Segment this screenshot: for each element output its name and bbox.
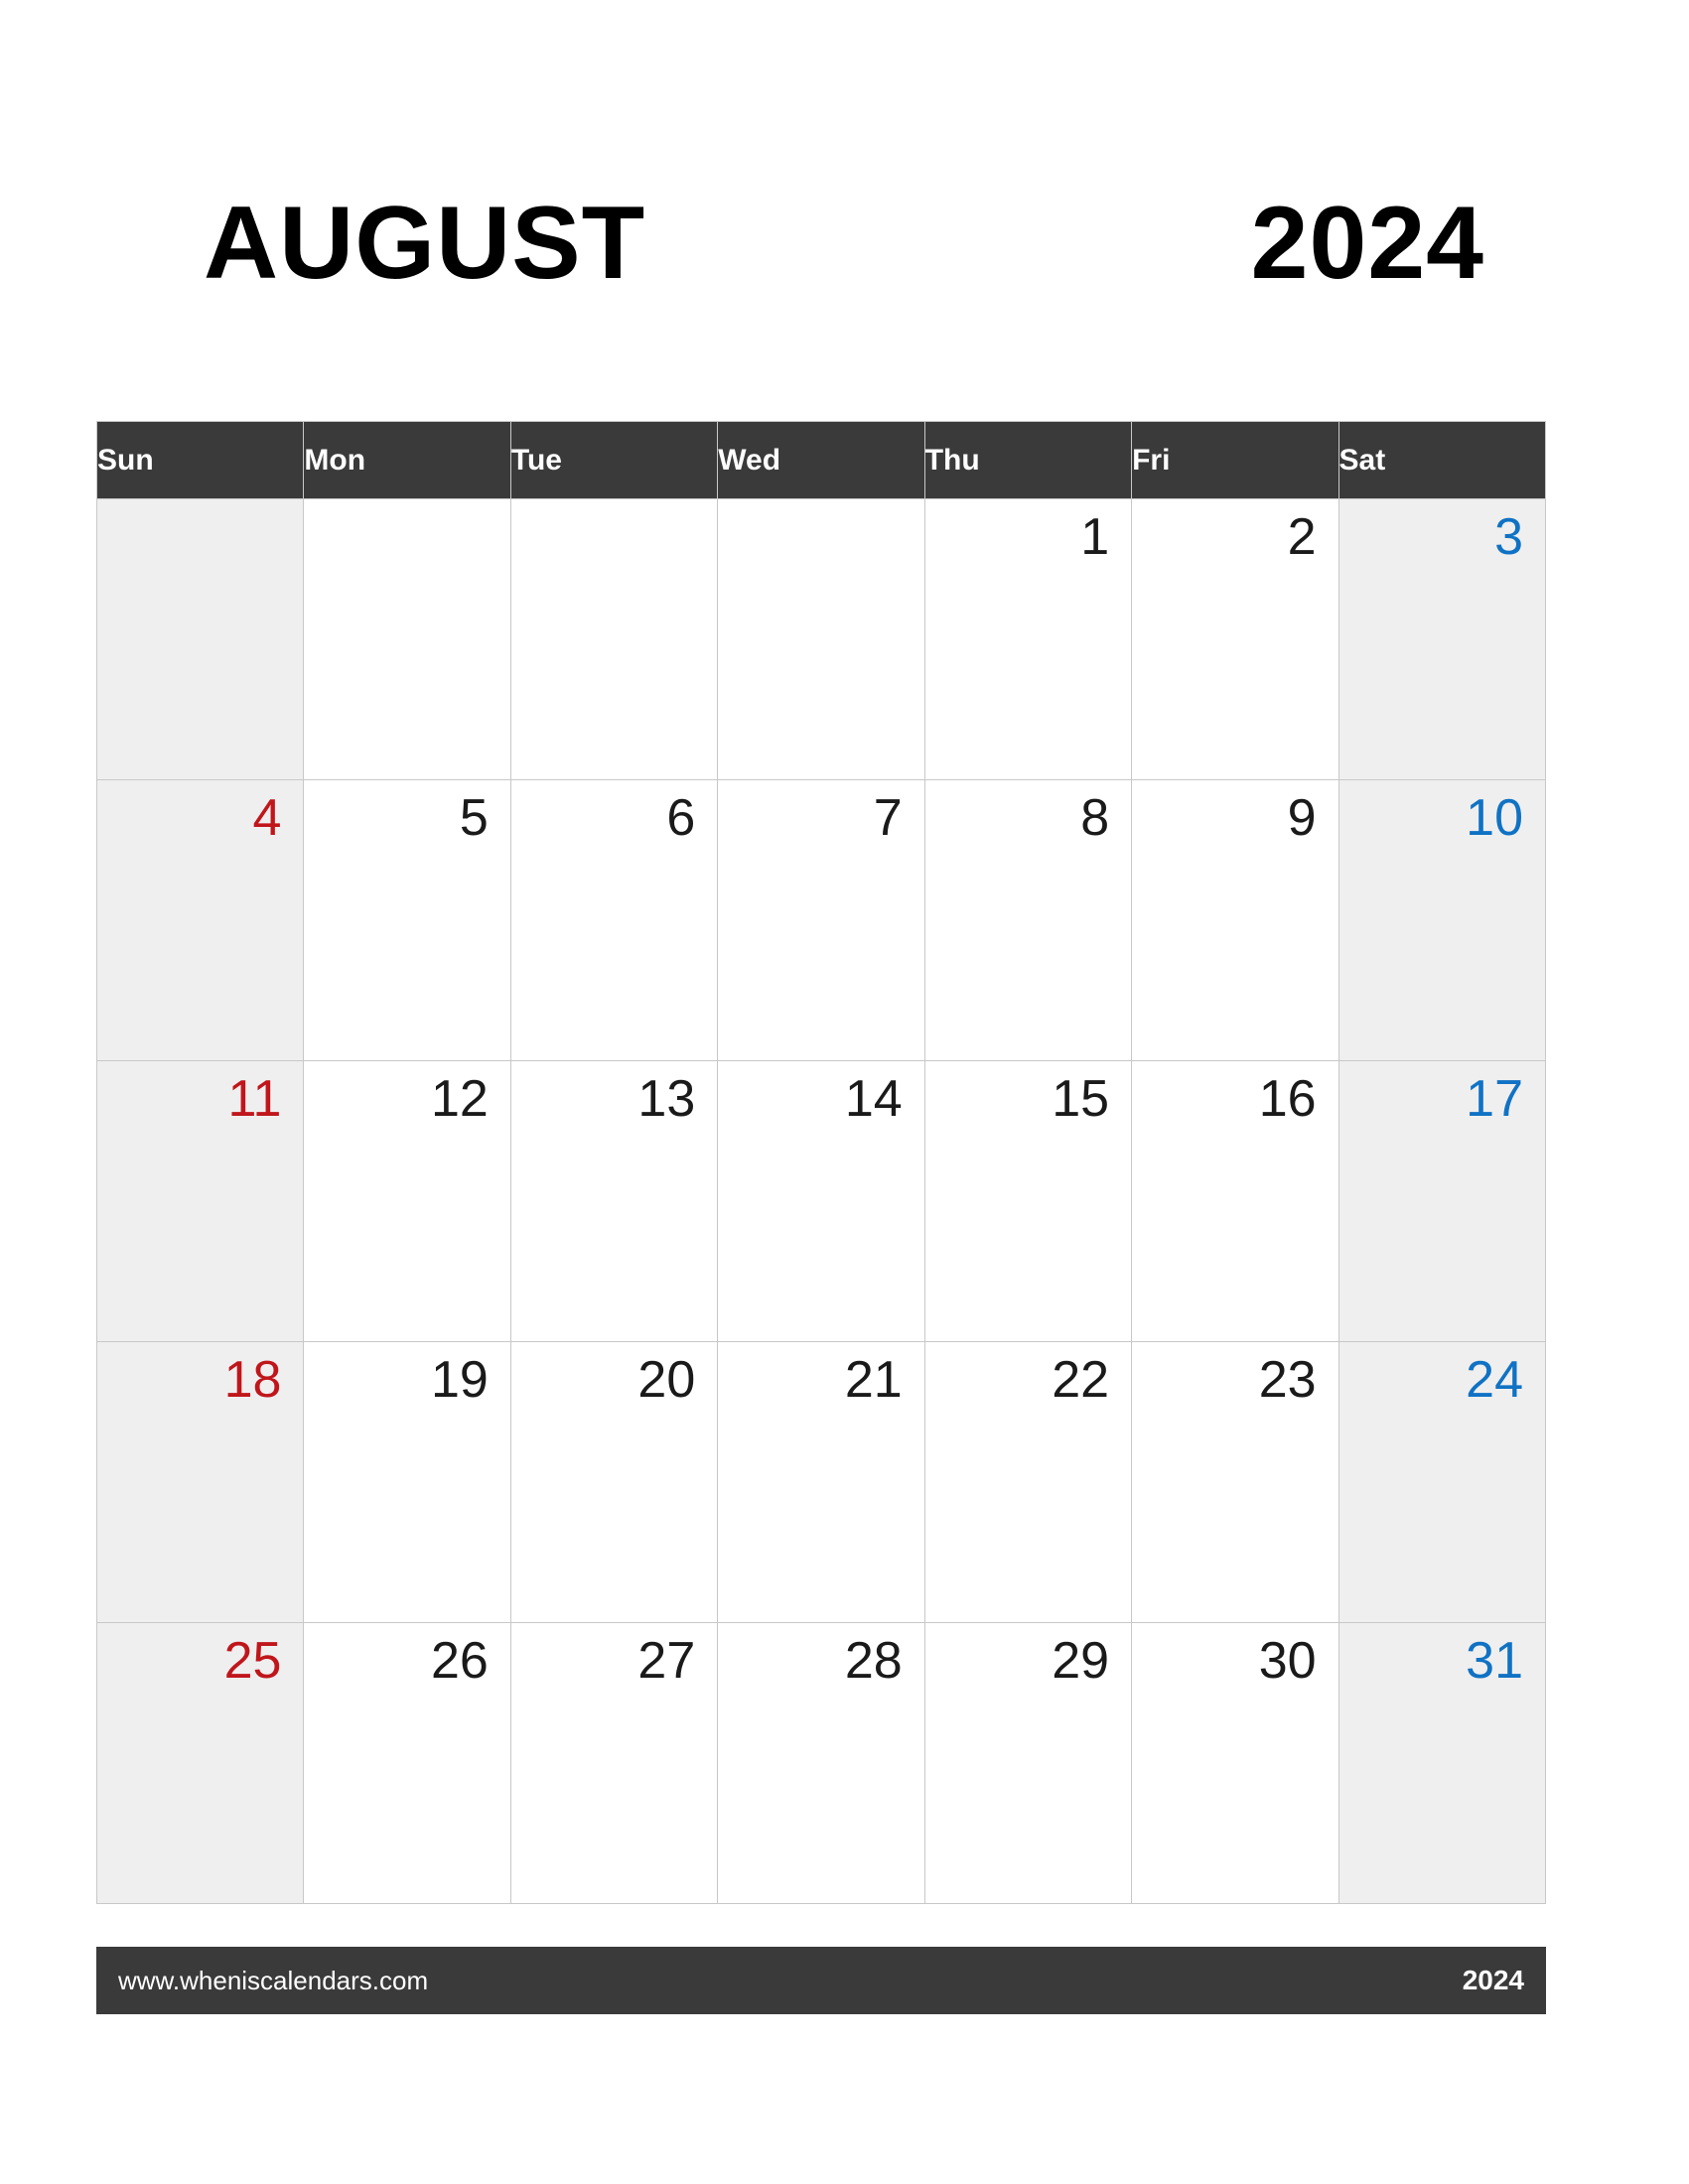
footer-year: 2024: [1462, 1965, 1524, 1995]
day-number: 7: [873, 789, 903, 847]
day-number: 13: [637, 1070, 696, 1128]
day-cell[interactable]: 7: [717, 779, 925, 1061]
title-month: AUGUST: [204, 186, 646, 301]
day-number: [511, 499, 717, 507]
day-number: 19: [431, 1351, 489, 1409]
day-number: 26: [431, 1632, 489, 1690]
day-number: 2: [1287, 508, 1317, 566]
day-number: 17: [1466, 1070, 1523, 1128]
day-cell[interactable]: 2: [1131, 498, 1339, 780]
calendar-grid: Sun Mon Tue Wed Thu Fri Sat 1 2 3 4 5 6 …: [95, 421, 1547, 1904]
day-cell[interactable]: 25: [95, 1622, 305, 1904]
calendar-week-row: 18 19 20 21 22 23 24: [95, 1341, 1547, 1623]
day-cell[interactable]: 3: [1337, 498, 1547, 780]
day-number: 1: [1080, 508, 1110, 566]
day-cell[interactable]: 22: [923, 1341, 1133, 1623]
day-cell[interactable]: 28: [717, 1622, 925, 1904]
title-year: 2024: [1250, 186, 1484, 301]
day-number: 29: [1052, 1632, 1110, 1690]
weekday-header-sun: Sun: [95, 421, 305, 499]
day-number: 24: [1466, 1351, 1523, 1409]
day-number: 21: [844, 1351, 903, 1409]
day-number: 22: [1052, 1351, 1110, 1409]
footer-website[interactable]: www.wheniscalendars.com: [118, 1966, 428, 1996]
calendar-week-row: 1 2 3: [95, 498, 1547, 780]
day-cell[interactable]: [717, 498, 925, 780]
day-cell[interactable]: 10: [1337, 779, 1547, 1061]
day-cell[interactable]: 24: [1337, 1341, 1547, 1623]
calendar-body: 1 2 3 4 5 6 7 8 9 10 11 12 13 14 15 16 1…: [95, 498, 1547, 1904]
day-cell[interactable]: 27: [509, 1622, 719, 1904]
day-cell[interactable]: 15: [923, 1060, 1133, 1342]
day-number: 8: [1080, 789, 1110, 847]
day-number: 25: [223, 1632, 282, 1690]
calendar-title: AUGUST 2024: [204, 189, 1484, 298]
day-number: 11: [227, 1070, 282, 1128]
day-number: 20: [637, 1351, 696, 1409]
day-cell[interactable]: 13: [509, 1060, 719, 1342]
day-cell[interactable]: 18: [95, 1341, 305, 1623]
weekday-header-tue: Tue: [509, 421, 719, 499]
day-number: 15: [1052, 1070, 1110, 1128]
day-number: 31: [1466, 1632, 1523, 1690]
day-number: [97, 499, 303, 507]
day-number: 14: [844, 1070, 903, 1128]
day-number: 12: [431, 1070, 489, 1128]
weekday-header-sat: Sat: [1337, 421, 1547, 499]
day-number: 10: [1466, 789, 1523, 847]
weekday-header-mon: Mon: [303, 421, 511, 499]
calendar-week-row: 25 26 27 28 29 30 31: [95, 1622, 1547, 1904]
day-number: 16: [1258, 1070, 1317, 1128]
calendar-header-row: Sun Mon Tue Wed Thu Fri Sat: [95, 421, 1547, 499]
day-number: 6: [666, 789, 696, 847]
day-cell[interactable]: 19: [303, 1341, 511, 1623]
day-cell[interactable]: 16: [1131, 1060, 1339, 1342]
day-cell[interactable]: [95, 498, 305, 780]
calendar-footer: www.wheniscalendars.com 2024: [96, 1947, 1546, 2014]
day-cell[interactable]: 30: [1131, 1622, 1339, 1904]
day-cell[interactable]: 5: [303, 779, 511, 1061]
calendar-page: AUGUST 2024 Sun Mon Tue Wed Thu Fri Sat …: [0, 0, 1689, 2184]
weekday-header-wed: Wed: [717, 421, 925, 499]
day-cell[interactable]: 4: [95, 779, 305, 1061]
day-cell[interactable]: 6: [509, 779, 719, 1061]
day-cell[interactable]: [509, 498, 719, 780]
day-number: 28: [844, 1632, 903, 1690]
day-cell[interactable]: 14: [717, 1060, 925, 1342]
day-number: [718, 499, 923, 507]
day-cell[interactable]: 8: [923, 779, 1133, 1061]
calendar-week-row: 11 12 13 14 15 16 17: [95, 1060, 1547, 1342]
day-number: 23: [1258, 1351, 1317, 1409]
day-cell[interactable]: 11: [95, 1060, 305, 1342]
weekday-header-fri: Fri: [1131, 421, 1339, 499]
day-cell[interactable]: 23: [1131, 1341, 1339, 1623]
day-number: 9: [1287, 789, 1317, 847]
day-number: 30: [1258, 1632, 1317, 1690]
day-cell[interactable]: 9: [1131, 779, 1339, 1061]
day-cell[interactable]: 12: [303, 1060, 511, 1342]
day-cell[interactable]: [303, 498, 511, 780]
day-number: 27: [637, 1632, 696, 1690]
calendar-week-row: 4 5 6 7 8 9 10: [95, 779, 1547, 1061]
day-cell[interactable]: 21: [717, 1341, 925, 1623]
day-cell[interactable]: 1: [923, 498, 1133, 780]
day-cell[interactable]: 31: [1337, 1622, 1547, 1904]
day-cell[interactable]: 20: [509, 1341, 719, 1623]
day-cell[interactable]: 26: [303, 1622, 511, 1904]
day-number: [304, 499, 509, 507]
day-number: 18: [223, 1351, 282, 1409]
weekday-header-thu: Thu: [923, 421, 1133, 499]
day-cell[interactable]: 29: [923, 1622, 1133, 1904]
day-number: 4: [252, 789, 282, 847]
day-number: 3: [1494, 508, 1523, 566]
day-number: 5: [459, 789, 489, 847]
day-cell[interactable]: 17: [1337, 1060, 1547, 1342]
